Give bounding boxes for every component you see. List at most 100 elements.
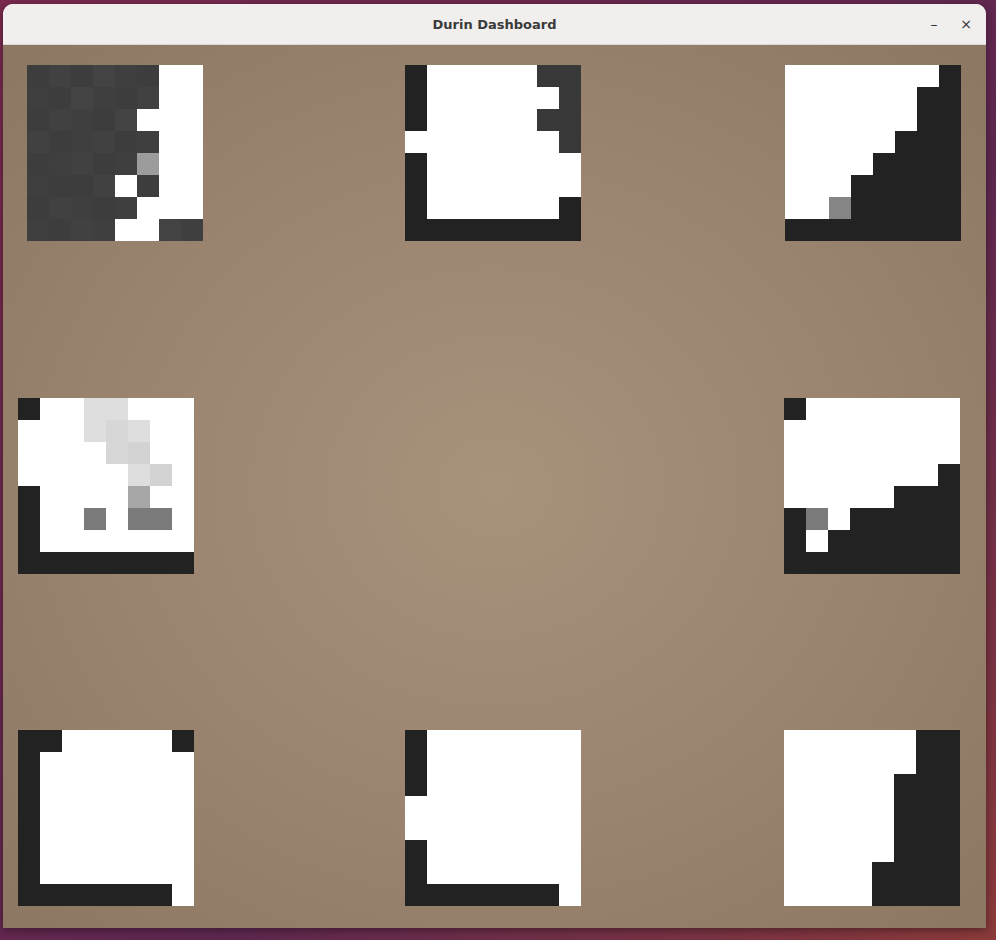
sensor-cell [128, 508, 150, 530]
sensor-cell [938, 530, 960, 552]
title-bar[interactable]: Durin Dashboard–× [3, 4, 986, 45]
sensor-cell [172, 840, 194, 862]
sensor-cell [807, 131, 829, 153]
sensor-cell [850, 442, 872, 464]
sensor-grid [784, 730, 960, 906]
sensor-cell [828, 508, 850, 530]
sensor-cell [537, 219, 559, 241]
sensor-cell [405, 109, 427, 131]
sensor-cell [807, 65, 829, 87]
sensor-cell [106, 752, 128, 774]
sensor-cell [405, 818, 427, 840]
sensor-cell [938, 442, 960, 464]
sensor-cell [106, 486, 128, 508]
sensor-cell [84, 862, 106, 884]
sensor-cell [939, 87, 961, 109]
sensor-cell [785, 219, 807, 241]
sensor-cell [40, 818, 62, 840]
sensor-cell [537, 774, 559, 796]
sensor-cell [785, 65, 807, 87]
sensor-cell [128, 486, 150, 508]
sensor-cell [449, 730, 471, 752]
sensor-cell [894, 730, 916, 752]
sensor-cell [806, 862, 828, 884]
sensor-cell [493, 730, 515, 752]
sensor-cell [806, 442, 828, 464]
sensor-cell [405, 153, 427, 175]
sensor-cell [427, 175, 449, 197]
sensor-cell [427, 752, 449, 774]
minimize-button[interactable]: – [922, 12, 946, 36]
sensor-cell [128, 464, 150, 486]
sensor-cell [471, 197, 493, 219]
sensor-cell [493, 87, 515, 109]
sensor-cell [405, 796, 427, 818]
sensor-cell [427, 840, 449, 862]
sensor-cell [938, 552, 960, 574]
sensor-cell [405, 197, 427, 219]
sensor-cell [150, 442, 172, 464]
sensor-cell [40, 884, 62, 906]
sensor-cell [427, 884, 449, 906]
sensor-cell [128, 752, 150, 774]
sensor-cell [449, 752, 471, 774]
sensor-cell [559, 109, 581, 131]
sensor-cell [84, 486, 106, 508]
sensor-cell [829, 197, 851, 219]
close-button[interactable]: × [954, 12, 978, 36]
sensor-cell [916, 508, 938, 530]
sensor-cell [93, 153, 115, 175]
sensor-cell [894, 884, 916, 906]
sensor-cell [471, 153, 493, 175]
sensor-cell [405, 175, 427, 197]
window-controls: –× [866, 12, 986, 36]
sensor-cell [137, 153, 159, 175]
sensor-cell [84, 752, 106, 774]
sensor-cell [851, 175, 873, 197]
sensor-cell [938, 774, 960, 796]
sensor-cell [172, 508, 194, 530]
sensor-cell [18, 398, 40, 420]
sensor-cell [916, 884, 938, 906]
sensor-cell [449, 175, 471, 197]
sensor-cell [872, 796, 894, 818]
sensor-cell [62, 486, 84, 508]
sensor-cell [785, 153, 807, 175]
sensor-cell [851, 131, 873, 153]
sensor-cell [449, 774, 471, 796]
sensor-cell [27, 175, 49, 197]
sensor-cell [150, 840, 172, 862]
sensor-cell [939, 175, 961, 197]
sensor-cell [828, 840, 850, 862]
sensor-cell [84, 796, 106, 818]
sensor-cell [872, 508, 894, 530]
sensor-cell [159, 197, 181, 219]
sensor-cell [40, 552, 62, 574]
sensor-cell [784, 398, 806, 420]
sensor-cell [62, 730, 84, 752]
sensor-cell [471, 109, 493, 131]
sensor-cell [559, 862, 581, 884]
sensor-cell [128, 730, 150, 752]
sensor-cell [872, 862, 894, 884]
sensor-cell [850, 796, 872, 818]
sensor-cell [27, 131, 49, 153]
sensor-cell [806, 486, 828, 508]
sensor-cell [18, 420, 40, 442]
sensor-cell [405, 862, 427, 884]
sensor-cell [71, 131, 93, 153]
sensor-cell [172, 862, 194, 884]
sensor-cell [150, 752, 172, 774]
sensor-cell [537, 175, 559, 197]
sensor-cell [84, 420, 106, 442]
sensor-cell [40, 508, 62, 530]
sensor-cell [62, 508, 84, 530]
sensor-cell [559, 175, 581, 197]
sensor-cell [150, 552, 172, 574]
sensor-cell [427, 818, 449, 840]
sensor-cell [895, 131, 917, 153]
sensor-cell [40, 796, 62, 818]
sensor-cell [427, 197, 449, 219]
sensor-cell [172, 442, 194, 464]
sensor-cell [40, 530, 62, 552]
